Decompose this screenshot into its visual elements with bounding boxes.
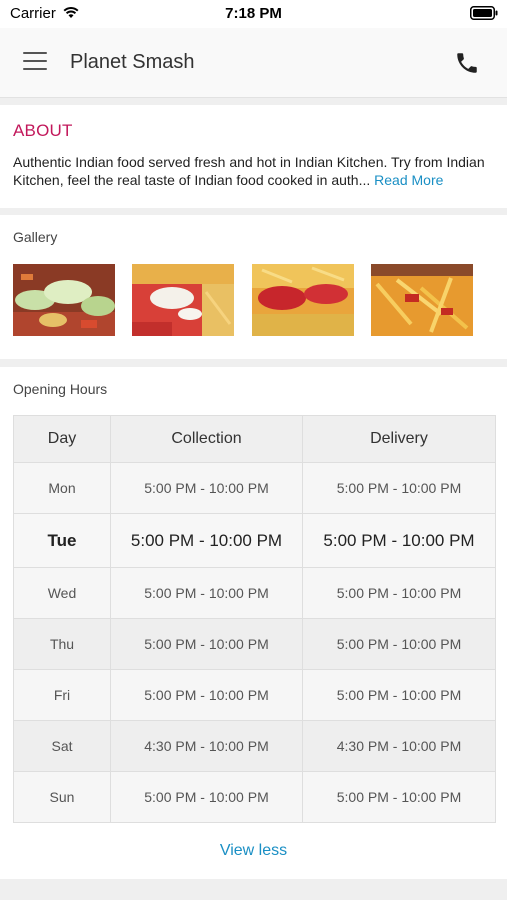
collection-hours-cell: 4:30 PM - 10:00 PM <box>110 720 303 772</box>
opening-hours-section: Opening Hours Day Collection Delivery Mo… <box>0 367 507 879</box>
gallery-image-2[interactable] <box>132 264 234 336</box>
collection-hours-cell: 5:00 PM - 10:00 PM <box>110 513 303 568</box>
collection-hours-cell: 5:00 PM - 10:00 PM <box>110 462 303 514</box>
table-row: Sat 4:30 PM - 10:00 PM 4:30 PM - 10:00 P… <box>13 720 496 772</box>
day-cell: Fri <box>13 669 111 721</box>
view-less-link[interactable]: View less <box>0 842 507 860</box>
collection-hours-cell: 5:00 PM - 10:00 PM <box>110 567 303 619</box>
collection-hours-cell: 5:00 PM - 10:00 PM <box>110 618 303 670</box>
table-row: Sun 5:00 PM - 10:00 PM 5:00 PM - 10:00 P… <box>13 771 496 823</box>
day-cell: Tue <box>13 513 111 568</box>
table-row-today: Tue 5:00 PM - 10:00 PM 5:00 PM - 10:00 P… <box>13 513 496 568</box>
gallery-section: Gallery <box>0 215 507 359</box>
day-cell: Sun <box>13 771 111 823</box>
day-cell: Wed <box>13 567 111 619</box>
hamburger-menu-icon[interactable] <box>23 52 47 72</box>
column-header-collection: Collection <box>110 415 303 463</box>
column-header-day: Day <box>13 415 111 463</box>
table-row: Fri 5:00 PM - 10:00 PM 5:00 PM - 10:00 P… <box>13 669 496 721</box>
delivery-hours-cell: 4:30 PM - 10:00 PM <box>302 720 496 772</box>
about-description: Authentic Indian food served fresh and h… <box>13 153 497 189</box>
battery-icon <box>470 6 498 20</box>
collection-hours-cell: 5:00 PM - 10:00 PM <box>110 771 303 823</box>
read-more-link[interactable]: Read More <box>374 172 443 188</box>
day-cell: Sat <box>13 720 111 772</box>
page-title: Planet Smash <box>70 51 195 73</box>
about-heading: ABOUT <box>13 121 73 140</box>
delivery-hours-cell: 5:00 PM - 10:00 PM <box>302 462 496 514</box>
app-header: Planet Smash <box>0 28 507 98</box>
day-cell: Mon <box>13 462 111 514</box>
delivery-hours-cell: 5:00 PM - 10:00 PM <box>302 669 496 721</box>
gallery-image-1[interactable] <box>13 264 115 336</box>
table-row: Wed 5:00 PM - 10:00 PM 5:00 PM - 10:00 P… <box>13 567 496 619</box>
table-header-row: Day Collection Delivery <box>13 415 496 463</box>
status-bar: Carrier 7:18 PM <box>0 0 507 28</box>
opening-hours-table: Day Collection Delivery Mon 5:00 PM - 10… <box>13 415 496 823</box>
delivery-hours-cell: 5:00 PM - 10:00 PM <box>302 513 496 568</box>
table-row: Mon 5:00 PM - 10:00 PM 5:00 PM - 10:00 P… <box>13 462 496 514</box>
day-cell: Thu <box>13 618 111 670</box>
gallery-image-4[interactable] <box>371 264 473 336</box>
column-header-delivery: Delivery <box>302 415 496 463</box>
status-time: 7:18 PM <box>225 5 282 22</box>
phone-icon[interactable] <box>454 50 480 76</box>
delivery-hours-cell: 5:00 PM - 10:00 PM <box>302 771 496 823</box>
opening-hours-label: Opening Hours <box>13 381 108 397</box>
delivery-hours-cell: 5:00 PM - 10:00 PM <box>302 567 496 619</box>
gallery-label: Gallery <box>13 229 58 245</box>
delivery-hours-cell: 5:00 PM - 10:00 PM <box>302 618 496 670</box>
collection-hours-cell: 5:00 PM - 10:00 PM <box>110 669 303 721</box>
table-row: Thu 5:00 PM - 10:00 PM 5:00 PM - 10:00 P… <box>13 618 496 670</box>
about-section: ABOUT Authentic Indian food served fresh… <box>0 105 507 208</box>
gallery-image-3[interactable] <box>252 264 354 336</box>
